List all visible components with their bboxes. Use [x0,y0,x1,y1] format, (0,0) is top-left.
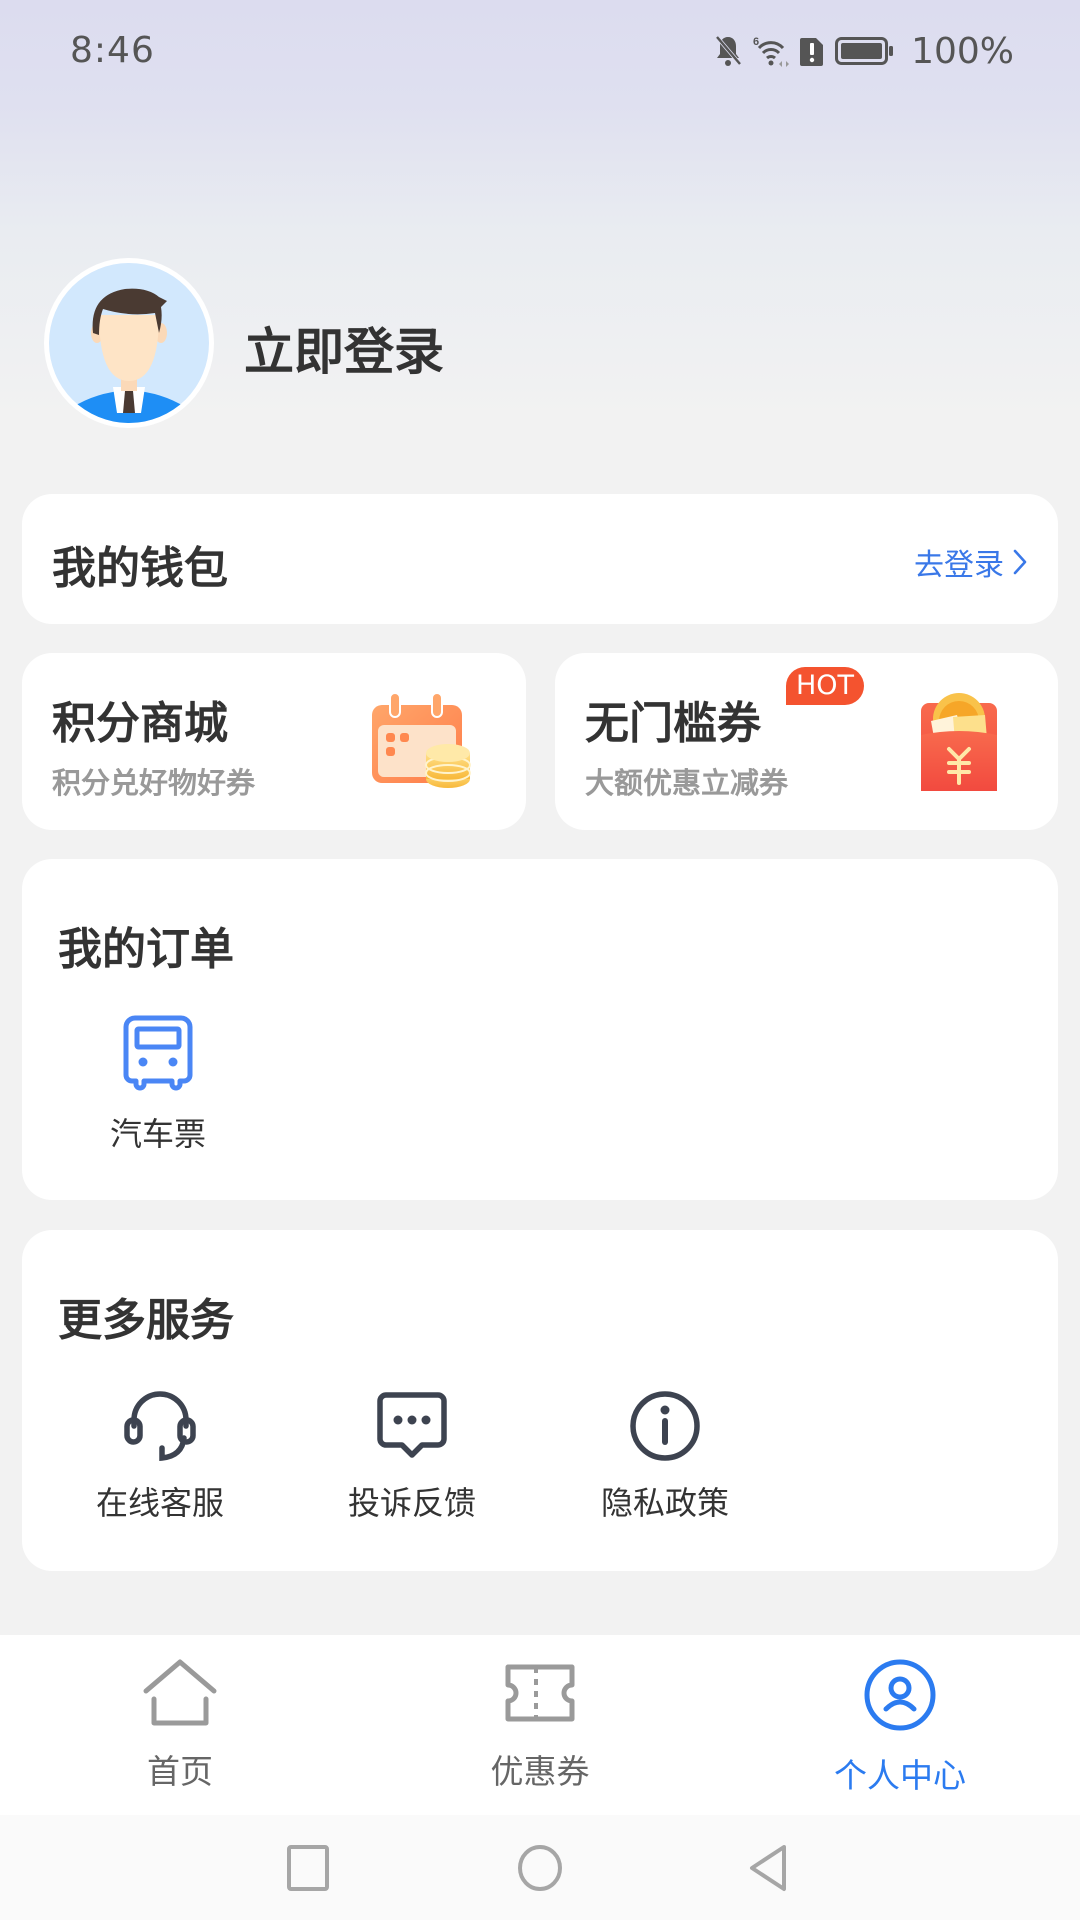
bus-icon [123,1015,193,1091]
home-nav-button[interactable] [516,1843,564,1893]
services-title: 更多服务 [58,1295,234,1346]
login-now-link[interactable]: 立即登录 [244,312,444,384]
service-label: 隐私政策 [600,1484,729,1522]
chevron-right-icon [1013,549,1027,575]
promo-subtitle: 大额优惠立减券 [585,766,789,800]
sim-alert-icon [800,38,824,66]
order-item-label: 汽车票 [109,1115,206,1153]
wifi-6-icon: 6 [753,36,790,67]
promo-title: 无门槛券 [585,698,761,749]
recents-button[interactable] [286,1843,330,1893]
message-dots-icon [377,1392,447,1458]
wallet-login-link[interactable]: 去登录 [914,540,1028,584]
status-time: 8:46 [70,30,155,71]
battery-percent: 100% [911,30,1014,72]
points-mall-card[interactable]: 积分商城 积分兑好物好券 [22,653,526,830]
no-threshold-coupon-card[interactable]: 无门槛券 HOT 大额优惠立减券 [555,653,1058,830]
tab-coupons[interactable]: 优惠券 [360,1635,720,1815]
my-orders-card: 我的订单 汽车票 [22,859,1058,1200]
service-online-support[interactable]: 在线客服 [70,1390,250,1524]
service-label: 在线客服 [95,1484,224,1522]
wallet-title: 我的钱包 [52,543,228,594]
tab-label: 个人中心 [834,1756,966,1795]
info-icon [630,1391,700,1461]
tab-profile[interactable]: 个人中心 [720,1635,1080,1815]
service-complaint-feedback[interactable]: 投诉反馈 [322,1390,502,1524]
bell-muted-icon [715,35,742,66]
service-label: 投诉反馈 [347,1484,476,1522]
system-navigation-bar [0,1815,1080,1920]
headset-icon [124,1391,196,1462]
avatar[interactable] [44,258,214,428]
red-envelope-icon [921,693,997,791]
tab-home[interactable]: 首页 [0,1635,360,1815]
status-icons: 6 100% [713,30,1014,72]
home-icon [143,1659,217,1726]
ticket-icon [505,1664,575,1722]
orders-title: 我的订单 [58,924,234,975]
calendar-coins-icon [372,692,471,788]
status-bar: 8:46 6 100% [0,0,1080,100]
back-button[interactable] [746,1843,790,1893]
service-privacy-policy[interactable]: 隐私政策 [575,1390,755,1524]
bottom-tab-bar: 首页 优惠券 个人中心 [0,1635,1080,1815]
battery-full-icon [835,37,894,65]
promo-title: 积分商城 [52,698,228,749]
wallet-login-label: 去登录 [914,548,1004,583]
promo-subtitle: 积分兑好物好券 [52,766,256,800]
more-services-card: 更多服务 在线客服 投诉反馈 隐私政策 [22,1230,1058,1571]
order-item-bus-ticket[interactable]: 汽车票 [100,1015,216,1155]
svg-text:6: 6 [753,36,759,48]
tab-label: 首页 [147,1752,213,1791]
wallet-card: 我的钱包 去登录 [22,494,1058,624]
default-avatar-icon [49,263,209,423]
tab-label: 优惠券 [490,1752,590,1791]
hot-badge: HOT [786,667,864,705]
user-circle-icon [864,1659,936,1731]
